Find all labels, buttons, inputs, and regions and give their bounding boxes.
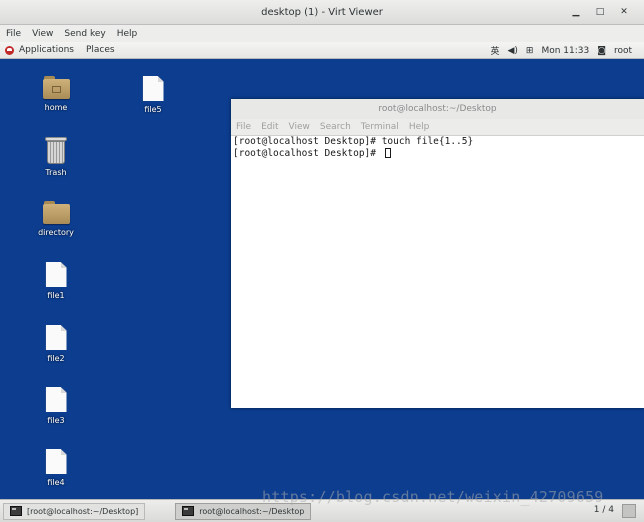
terminal-output[interactable]: [root@localhost Desktop]# touch file{1..… <box>231 136 644 159</box>
file-icon <box>45 262 67 287</box>
terminal-icon <box>10 506 22 516</box>
icon-label: file5 <box>144 105 162 114</box>
user-icon: ◙ <box>597 45 606 56</box>
network-icon[interactable]: ⊞ <box>526 46 534 56</box>
taskbar-item-label: [root@localhost:~/Desktop] <box>27 506 139 516</box>
viewer-menubar: File View Send key Help <box>0 25 644 42</box>
desktop-icon-file3[interactable]: file3 <box>26 387 86 425</box>
terminal-menu-file[interactable]: File <box>236 122 251 132</box>
desktop-icon-directory[interactable]: directory <box>26 201 86 237</box>
terminal-prompt-line[interactable]: [root@localhost Desktop]# <box>233 147 642 160</box>
minimize-button[interactable]: ▁ <box>564 4 588 20</box>
terminal-prompt: [root@localhost Desktop]# <box>233 147 382 159</box>
window-titlebar: desktop (1) - Virt Viewer ▁ □ ✕ <box>0 0 644 25</box>
menu-send-key[interactable]: Send key <box>64 29 105 39</box>
icon-label: file1 <box>47 291 65 300</box>
taskbar-item-label: root@localhost:~/Desktop <box>199 506 305 516</box>
icon-label: Trash <box>45 168 67 177</box>
panel-status-area: 英 ◀) ⊞ Mon 11:33 ◙ root <box>490 42 632 59</box>
taskbar-item-terminal-1[interactable]: [root@localhost:~/Desktop] <box>3 502 146 520</box>
icon-label: file3 <box>47 416 65 425</box>
workspace-switcher[interactable] <box>622 504 636 518</box>
desktop-icon-home[interactable]: home <box>26 76 86 112</box>
terminal-menu-edit[interactable]: Edit <box>261 122 278 132</box>
window-title: desktop (1) - Virt Viewer <box>261 6 383 18</box>
icon-label: directory <box>38 228 74 237</box>
desktop-icon-file2[interactable]: file2 <box>26 325 86 363</box>
terminal-menu-search[interactable]: Search <box>320 122 351 132</box>
terminal-menu-terminal[interactable]: Terminal <box>361 122 399 132</box>
terminal-icon <box>182 506 195 516</box>
workspace-pager-label: 1 / 4 <box>593 505 614 515</box>
home-folder-icon <box>42 76 70 99</box>
file-icon <box>45 449 67 474</box>
places-menu[interactable]: Places <box>86 45 115 55</box>
terminal-titlebar[interactable]: root@localhost:~/Desktop <box>231 99 644 119</box>
maximize-button[interactable]: □ <box>588 4 612 20</box>
user-menu[interactable]: root <box>614 46 632 56</box>
file-icon <box>142 76 164 101</box>
icon-label: file4 <box>47 478 65 487</box>
volume-icon[interactable]: ◀) <box>507 46 517 56</box>
clock[interactable]: Mon 11:33 <box>541 46 589 56</box>
menu-file[interactable]: File <box>6 29 21 39</box>
terminal-menubar: File Edit View Search Terminal Help <box>231 119 644 136</box>
close-button[interactable]: ✕ <box>612 4 636 20</box>
file-icon <box>45 387 67 412</box>
window-controls: ▁ □ ✕ <box>564 4 636 20</box>
trash-icon <box>45 137 67 164</box>
watermark: https://blog.csdn.net/weixin_42709659 <box>262 488 604 506</box>
folder-icon <box>42 201 70 224</box>
terminal-line: [root@localhost Desktop]# touch file{1..… <box>233 136 474 147</box>
file-icon <box>45 325 67 350</box>
terminal-menu-view[interactable]: View <box>289 122 310 132</box>
terminal-window[interactable]: root@localhost:~/Desktop File Edit View … <box>231 99 644 408</box>
desktop-icon-file1[interactable]: file1 <box>26 262 86 300</box>
desktop-icon-file4[interactable]: file4 <box>26 449 86 487</box>
desktop-icon-trash[interactable]: Trash <box>26 137 86 177</box>
applications-menu[interactable]: Applications <box>19 45 74 55</box>
redhat-icon[interactable] <box>5 45 14 55</box>
menu-view[interactable]: View <box>32 29 53 39</box>
terminal-menu-help[interactable]: Help <box>409 122 430 132</box>
text-cursor <box>384 147 391 158</box>
input-method-indicator[interactable]: 英 <box>490 44 499 57</box>
desktop-icon-file5[interactable]: file5 <box>123 76 183 114</box>
menu-help[interactable]: Help <box>117 29 138 39</box>
gnome-top-panel: Applications Places 英 ◀) ⊞ Mon 11:33 ◙ r… <box>0 42 644 59</box>
icon-label: file2 <box>47 354 65 363</box>
icon-label: home <box>44 103 68 112</box>
